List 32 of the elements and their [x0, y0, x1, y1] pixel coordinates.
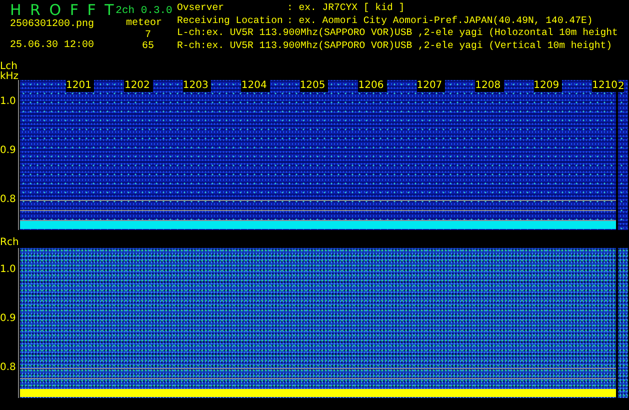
time-label: 1205	[300, 80, 328, 92]
version-label: 2ch 0.3.0	[115, 4, 173, 18]
info-value: : ex. JR7CYX [ kid ]	[287, 2, 405, 14]
meteor-count: 7	[144, 30, 152, 41]
time-label: 1206	[358, 80, 387, 92]
axis-tick-label: 0.9	[0, 313, 16, 325]
meteor-label: meteor	[124, 18, 163, 30]
time-label: 1201	[66, 80, 94, 92]
axis-tick-label: 1.0	[0, 264, 16, 276]
date-time: 25.06.30 12:00	[10, 40, 96, 52]
app-title: H R O F F T	[10, 2, 115, 19]
meteor-count: 65	[140, 41, 155, 52]
axis-tick-label: 0.8	[0, 362, 16, 374]
info-label: Receiving Location	[177, 14, 284, 27]
unit-label: kHz	[0, 72, 20, 82]
time-label: 2	[618, 82, 624, 92]
time-label: 1204	[241, 80, 270, 92]
channel-label: Lch	[0, 62, 18, 72]
channel-label: Rch	[0, 238, 20, 248]
info-label: Ovserver	[177, 2, 226, 14]
channel-info: R-ch:ex. UV5R 113.900Mhz(SAPPORO VOR)USB ,2-ele yagi (Vertical 10m height)	[177, 40, 614, 52]
time-label: 1202	[124, 80, 153, 92]
info-value: : ex. Aomori City Aomori-Pref.JAPAN(40.49N, 140.47E)	[287, 14, 593, 27]
time-label: 1209	[534, 80, 562, 92]
axis-tick-label: 0.9	[0, 145, 16, 157]
axis-tick-label: 1.0	[0, 96, 16, 108]
file-name: 2506301200.png	[10, 19, 96, 31]
time-label: 1203	[182, 80, 212, 92]
time-label: 1207	[416, 80, 446, 92]
time-label: 1208	[475, 80, 504, 92]
channel-info: L-ch:ex. UV5R 113.900Mhz(SAPPORO VOR)USB ,2-ele yagi (Holozontal 10m height	[177, 27, 618, 40]
axis-tick-label: 0.8	[0, 194, 16, 206]
